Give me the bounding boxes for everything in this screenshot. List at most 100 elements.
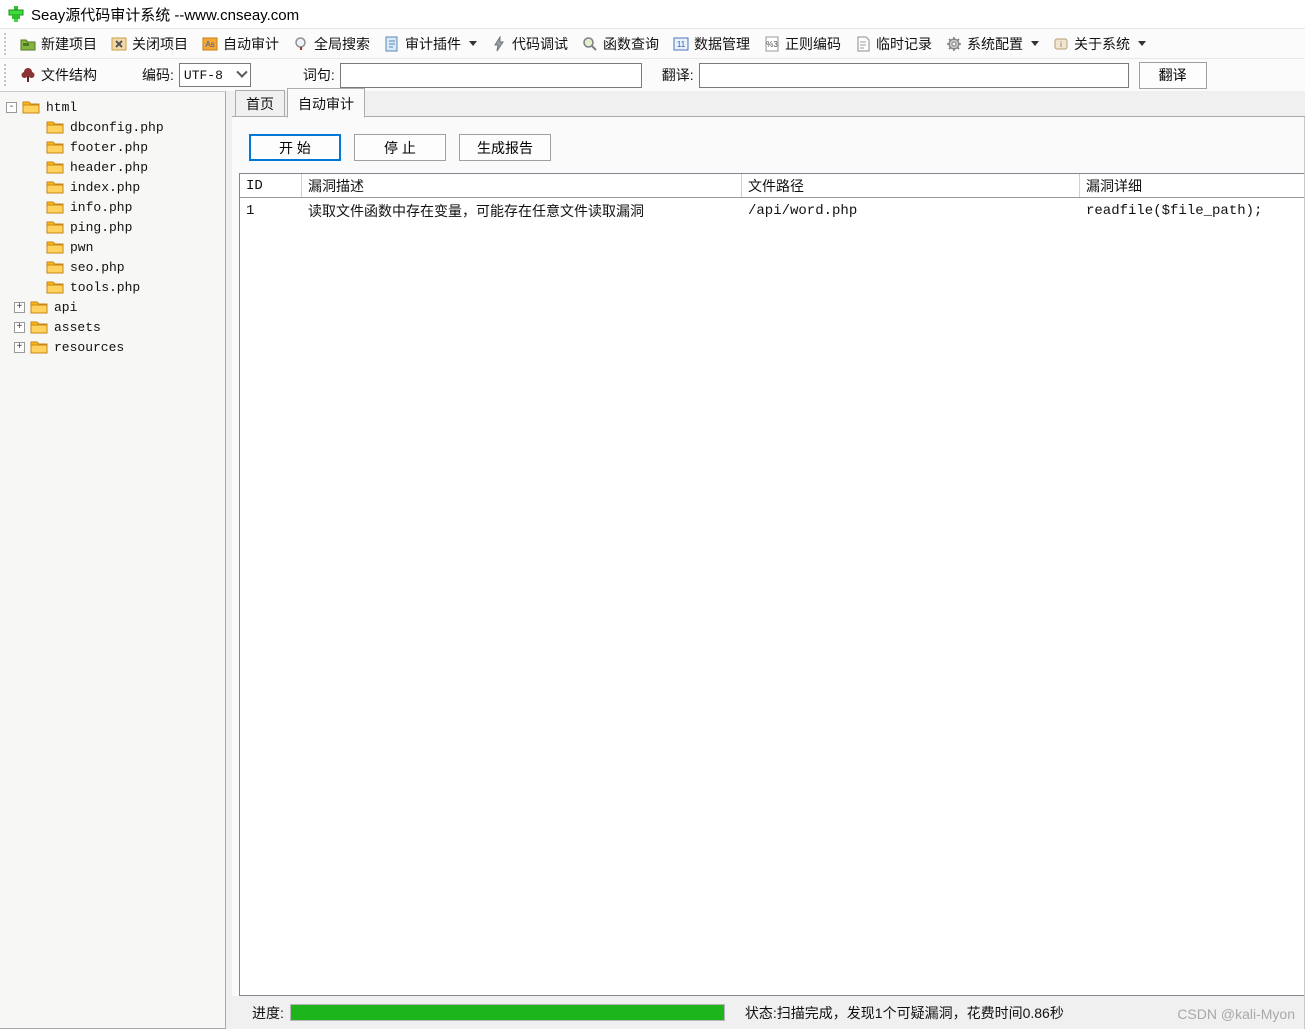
toolbar-label: 正则编码: [785, 35, 841, 52]
stop-button[interactable]: 停 止: [354, 134, 446, 161]
svg-text:11: 11: [677, 40, 686, 49]
expand-icon[interactable]: +: [14, 301, 25, 313]
table-header-row: ID 漏洞描述 文件路径 漏洞详细: [240, 174, 1304, 198]
close-project-button[interactable]: 关闭项目: [104, 31, 195, 57]
about-system-button[interactable]: i 关于系统: [1046, 31, 1153, 57]
progress-bar: [289, 1004, 725, 1021]
column-header-id[interactable]: ID: [240, 174, 302, 197]
data-management-icon: 11: [673, 37, 689, 50]
chevron-down-icon: [469, 41, 477, 46]
table-row[interactable]: 1 读取文件函数中存在变量，可能存在任意文件读取漏洞 /api/word.php…: [240, 198, 1304, 223]
translate-button[interactable]: 翻译: [1138, 61, 1207, 89]
global-search-button[interactable]: 全局搜索: [286, 31, 377, 57]
tree-item-tools[interactable]: tools.php: [6, 277, 225, 297]
tree-item-label: assets: [54, 319, 101, 335]
folder-icon: [46, 181, 64, 194]
folder-icon: [46, 261, 64, 274]
auto-audit-icon: As: [202, 37, 218, 50]
collapse-icon[interactable]: -: [6, 101, 17, 113]
folder-icon: [46, 201, 64, 214]
tree-item-pwn[interactable]: pwn: [6, 237, 225, 257]
toolbar-label: 关闭项目: [132, 35, 188, 52]
chevron-down-icon: [1138, 41, 1146, 46]
regex-encoding-button[interactable]: %3 正则编码: [757, 31, 848, 57]
function-query-magnifier-icon: [583, 36, 597, 51]
toolbar-grip[interactable]: [4, 32, 9, 55]
file-structure-label: 文件结构: [41, 67, 97, 83]
code-debug-button[interactable]: 代码调试: [484, 31, 575, 57]
generate-report-button[interactable]: 生成报告: [459, 134, 551, 161]
chevron-down-icon: [236, 66, 248, 78]
tree-item-ping[interactable]: ping.php: [6, 217, 225, 237]
start-button[interactable]: 开 始: [249, 134, 341, 161]
tab-home[interactable]: 首页: [235, 90, 285, 117]
folder-icon: [46, 141, 64, 154]
main-panel: 首页 自动审计 开 始 停 止 生成报告 ID 漏洞描述 文件路径 漏洞详细 1: [232, 88, 1305, 1029]
tree-item-html[interactable]: - html: [6, 97, 225, 117]
expand-icon[interactable]: +: [14, 321, 25, 333]
tab-auto-audit[interactable]: 自动审计: [287, 88, 365, 118]
translate-input[interactable]: [698, 62, 1129, 88]
tree-item-header[interactable]: header.php: [6, 157, 225, 177]
column-header-detail[interactable]: 漏洞详细: [1080, 174, 1304, 197]
chevron-down-icon: [1031, 41, 1039, 46]
data-management-button[interactable]: 11 数据管理: [666, 31, 757, 57]
audit-button-row: 开 始 停 止 生成报告: [232, 117, 1304, 173]
tree-item-label: header.php: [70, 159, 149, 175]
tree-item-dbconfig[interactable]: dbconfig.php: [6, 117, 225, 137]
new-project-button[interactable]: 新建项目: [13, 31, 104, 57]
new-project-folder-icon: [20, 39, 36, 50]
folder-icon: [30, 321, 48, 334]
vulnerability-table: ID 漏洞描述 文件路径 漏洞详细 1 读取文件函数中存在变量，可能存在任意文件…: [239, 173, 1304, 996]
tree-item-label: api: [54, 299, 78, 315]
column-header-description[interactable]: 漏洞描述: [302, 174, 742, 197]
toolbar-label: 代码调试: [512, 35, 568, 52]
folder-icon: [46, 161, 64, 174]
title-bar: Seay源代码审计系统 --www.cnseay.com: [0, 0, 1305, 28]
cell-description: 读取文件函数中存在变量，可能存在任意文件读取漏洞: [308, 202, 644, 219]
system-config-gear-icon: [947, 36, 961, 51]
temp-notes-button[interactable]: 临时记录: [848, 31, 939, 57]
tree-item-label: resources: [54, 339, 125, 355]
audit-plugin-button[interactable]: 审计插件: [377, 31, 484, 57]
main-toolbar: 新建项目 关闭项目 As 自动审计 全局搜索 审计插件 代码调试 函数查询 11…: [0, 28, 1305, 58]
csdn-watermark: CSDN @kali-Myon: [1177, 1006, 1295, 1022]
folder-icon: [30, 301, 48, 314]
regex-encoding-icon: %3: [765, 36, 779, 51]
tree-item-label: tools.php: [70, 279, 141, 295]
tree-item-label: footer.php: [70, 139, 149, 155]
global-search-magnifier-icon: [295, 36, 306, 50]
expand-icon[interactable]: +: [14, 341, 25, 353]
tree-item-seo[interactable]: seo.php: [6, 257, 225, 277]
tree-item-resources[interactable]: + resources: [6, 337, 225, 357]
window-title: Seay源代码审计系统 --www.cnseay.com: [31, 6, 300, 24]
folder-icon: [46, 281, 64, 294]
phrase-input[interactable]: [339, 62, 642, 88]
encoding-select[interactable]: UTF-8: [178, 63, 251, 87]
tree-item-info[interactable]: info.php: [6, 197, 225, 217]
svg-text:As: As: [205, 40, 214, 49]
tree-item-assets[interactable]: + assets: [6, 317, 225, 337]
toolbar-label: 临时记录: [876, 35, 932, 52]
column-header-filepath[interactable]: 文件路径: [742, 174, 1080, 197]
toolbar-label: 自动审计: [223, 35, 279, 52]
system-config-button[interactable]: 系统配置: [939, 31, 1046, 57]
tree-item-label: index.php: [70, 179, 141, 195]
folder-icon: [22, 101, 40, 114]
toolbar-grip[interactable]: [4, 64, 9, 86]
status-bar: 进度: 状态:扫描完成，发现1个可疑漏洞，花费时间0.86秒: [232, 996, 1304, 1029]
progress-fill: [290, 1005, 724, 1020]
tree-item-api[interactable]: + api: [6, 297, 225, 317]
toolbar-label: 全局搜索: [314, 35, 370, 52]
tree-item-footer[interactable]: footer.php: [6, 137, 225, 157]
folder-icon: [46, 241, 64, 254]
file-structure-button[interactable]: 文件结构: [13, 62, 104, 88]
translate-label: 翻译:: [661, 67, 694, 83]
tree-item-index[interactable]: index.php: [6, 177, 225, 197]
cell-filepath: /api/word.php: [748, 202, 858, 219]
encoding-label: 编码:: [142, 67, 174, 83]
tree-item-label: dbconfig.php: [70, 119, 164, 135]
auto-audit-button[interactable]: As 自动审计: [195, 31, 286, 57]
function-query-button[interactable]: 函数查询: [575, 31, 666, 57]
audit-plugin-icon: [385, 36, 398, 51]
